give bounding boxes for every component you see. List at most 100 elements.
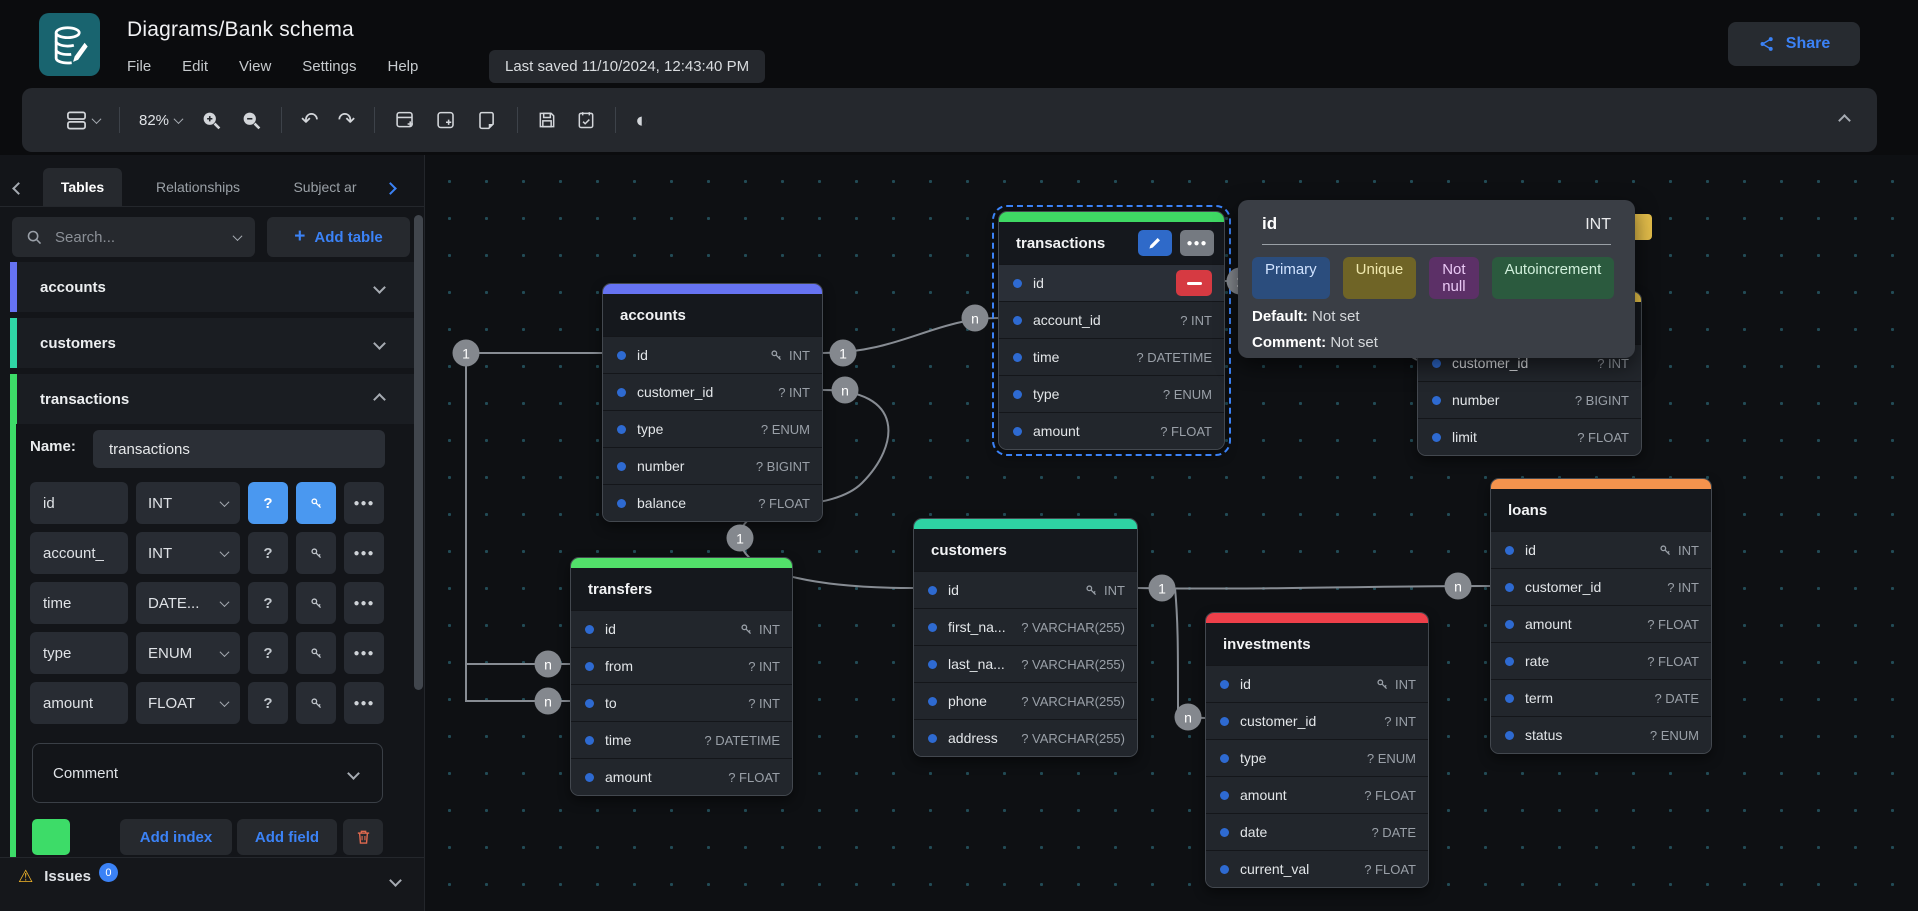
edit-table-button[interactable] [1138,230,1172,256]
collapse-toolbar-button[interactable] [1840,112,1849,130]
table-field-limit[interactable]: limit? FLOAT [1418,418,1641,455]
table-search[interactable] [12,217,255,257]
comment-section[interactable]: Comment [32,743,383,803]
field-type-dropdown[interactable]: FLOAT [136,682,240,724]
table-field-date[interactable]: date? DATE [1206,813,1428,850]
search-input[interactable] [55,229,222,246]
field-name-input[interactable]: time [30,582,128,624]
diagram-table-customers[interactable]: customersidINTfirst_na...? VARCHAR(255)l… [913,518,1138,757]
table-title-row[interactable]: transfers [571,568,792,610]
table-field-id[interactable]: idINT [571,610,792,647]
todo-checklist-button[interactable] [576,110,596,130]
table-field-id[interactable]: idINT [914,571,1137,608]
table-name-input[interactable] [93,430,385,468]
field-name-input[interactable]: id [30,482,128,524]
table-field-to[interactable]: to? INT [571,684,792,721]
diagram-table-transactions[interactable]: transactions●●●idaccount_id? INTtime? DA… [998,211,1225,450]
field-name-input[interactable]: type [30,632,128,674]
table-title-row[interactable]: investments [1206,623,1428,665]
table-field-id[interactable]: idINT [603,336,822,373]
table-title-row[interactable]: loans [1491,489,1711,531]
table-field-rate[interactable]: rate? FLOAT [1491,642,1711,679]
field-type-dropdown[interactable]: INT [136,482,240,524]
tab-tables[interactable]: Tables [43,168,122,206]
table-field-number[interactable]: number? BIGINT [603,447,822,484]
diagram-table-transfers[interactable]: transfersidINTfrom? INTto? INTtime? DATE… [570,557,793,796]
field-nullable-toggle[interactable]: ? [248,532,288,574]
add-field-button[interactable]: Add field [237,819,337,855]
menu-item-settings[interactable]: Settings [302,58,356,75]
table-title-row[interactable]: accounts [603,294,822,336]
diagram-table-loans[interactable]: loansidINTcustomer_id? INTamount? FLOATr… [1490,478,1712,754]
menu-item-edit[interactable]: Edit [182,58,208,75]
table-field-customer_id[interactable]: customer_id? INT [1491,568,1711,605]
field-more-options-button[interactable]: ●●● [344,582,384,624]
tab-scroll-left-button[interactable] [14,180,23,198]
table-field-id[interactable]: idINT [1491,531,1711,568]
table-field-amount[interactable]: amount? FLOAT [999,412,1224,449]
issues-collapse-button[interactable] [391,872,400,890]
field-type-dropdown[interactable]: ENUM [136,632,240,674]
table-field-status[interactable]: status? ENUM [1491,716,1711,753]
table-field-last_na...[interactable]: last_na...? VARCHAR(255) [914,645,1137,682]
field-more-options-button[interactable]: ●●● [344,482,384,524]
tab-relationships[interactable]: Relationships [136,168,260,206]
table-field-first_na...[interactable]: first_na...? VARCHAR(255) [914,608,1137,645]
tab-scroll-right-button[interactable] [386,180,395,198]
table-field-account_id[interactable]: account_id? INT [999,301,1224,338]
table-color-swatch[interactable] [32,819,70,855]
field-primary-key-toggle[interactable] [296,682,336,724]
table-field-from[interactable]: from? INT [571,647,792,684]
zoom-level-dropdown[interactable]: 82% [139,112,182,129]
table-field-type[interactable]: type? ENUM [603,410,822,447]
sidebar-item-customers[interactable]: customers [10,318,414,368]
field-primary-key-toggle[interactable] [296,482,336,524]
field-more-options-button[interactable]: ●●● [344,682,384,724]
theme-contrast-button[interactable]: ◐ [635,110,648,131]
app-logo-icon[interactable] [39,13,100,76]
field-nullable-toggle[interactable]: ? [248,632,288,674]
field-primary-key-toggle[interactable] [296,582,336,624]
field-more-options-button[interactable]: ●●● [344,532,384,574]
delete-table-button[interactable] [343,819,383,855]
menu-item-view[interactable]: View [239,58,271,75]
field-primary-key-toggle[interactable] [296,532,336,574]
table-field-type[interactable]: type? ENUM [1206,739,1428,776]
redo-button[interactable]: ↷ [338,110,356,131]
table-field-current_val[interactable]: current_val? FLOAT [1206,850,1428,887]
sidebar-scrollbar[interactable] [414,215,423,690]
undo-button[interactable]: ↶ [301,110,319,131]
add-table-tool-button[interactable] [394,110,416,131]
field-primary-key-toggle[interactable] [296,632,336,674]
field-type-dropdown[interactable]: DATE... [136,582,240,624]
add-note-tool-button[interactable] [476,110,498,131]
field-nullable-toggle[interactable]: ? [248,682,288,724]
diagram-table-investments[interactable]: investmentsidINTcustomer_id? INTtype? EN… [1205,612,1429,888]
table-field-phone[interactable]: phone? VARCHAR(255) [914,682,1137,719]
table-field-time[interactable]: time? DATETIME [571,721,792,758]
table-field-amount[interactable]: amount? FLOAT [1206,776,1428,813]
table-field-type[interactable]: type? ENUM [999,375,1224,412]
menu-item-file[interactable]: File [127,58,151,75]
menu-item-help[interactable]: Help [387,58,418,75]
table-title-row[interactable]: transactions●●● [999,222,1224,264]
zoom-out-button[interactable] [241,110,262,131]
diagram-table-accounts[interactable]: accountsidINTcustomer_id? INTtype? ENUMn… [602,283,823,522]
field-nullable-toggle[interactable]: ? [248,482,288,524]
table-field-number[interactable]: number? BIGINT [1418,381,1641,418]
field-more-options-button[interactable]: ●●● [344,632,384,674]
field-nullable-toggle[interactable]: ? [248,582,288,624]
table-field-amount[interactable]: amount? FLOAT [571,758,792,795]
table-field-time[interactable]: time? DATETIME [999,338,1224,375]
field-name-input[interactable]: amount [30,682,128,724]
zoom-in-button[interactable] [201,110,222,131]
field-name-input[interactable]: account_ [30,532,128,574]
sidebar-item-transactions[interactable]: transactions [10,374,414,424]
table-field-amount[interactable]: amount? FLOAT [1491,605,1711,642]
table-title-row[interactable]: customers [914,529,1137,571]
tab-subject-areas[interactable]: Subject ar [272,168,378,206]
delete-field-button[interactable] [1176,270,1212,296]
share-button[interactable]: Share [1728,22,1860,66]
add-table-button[interactable]: + Add table [267,217,410,257]
add-area-tool-button[interactable] [435,110,457,131]
